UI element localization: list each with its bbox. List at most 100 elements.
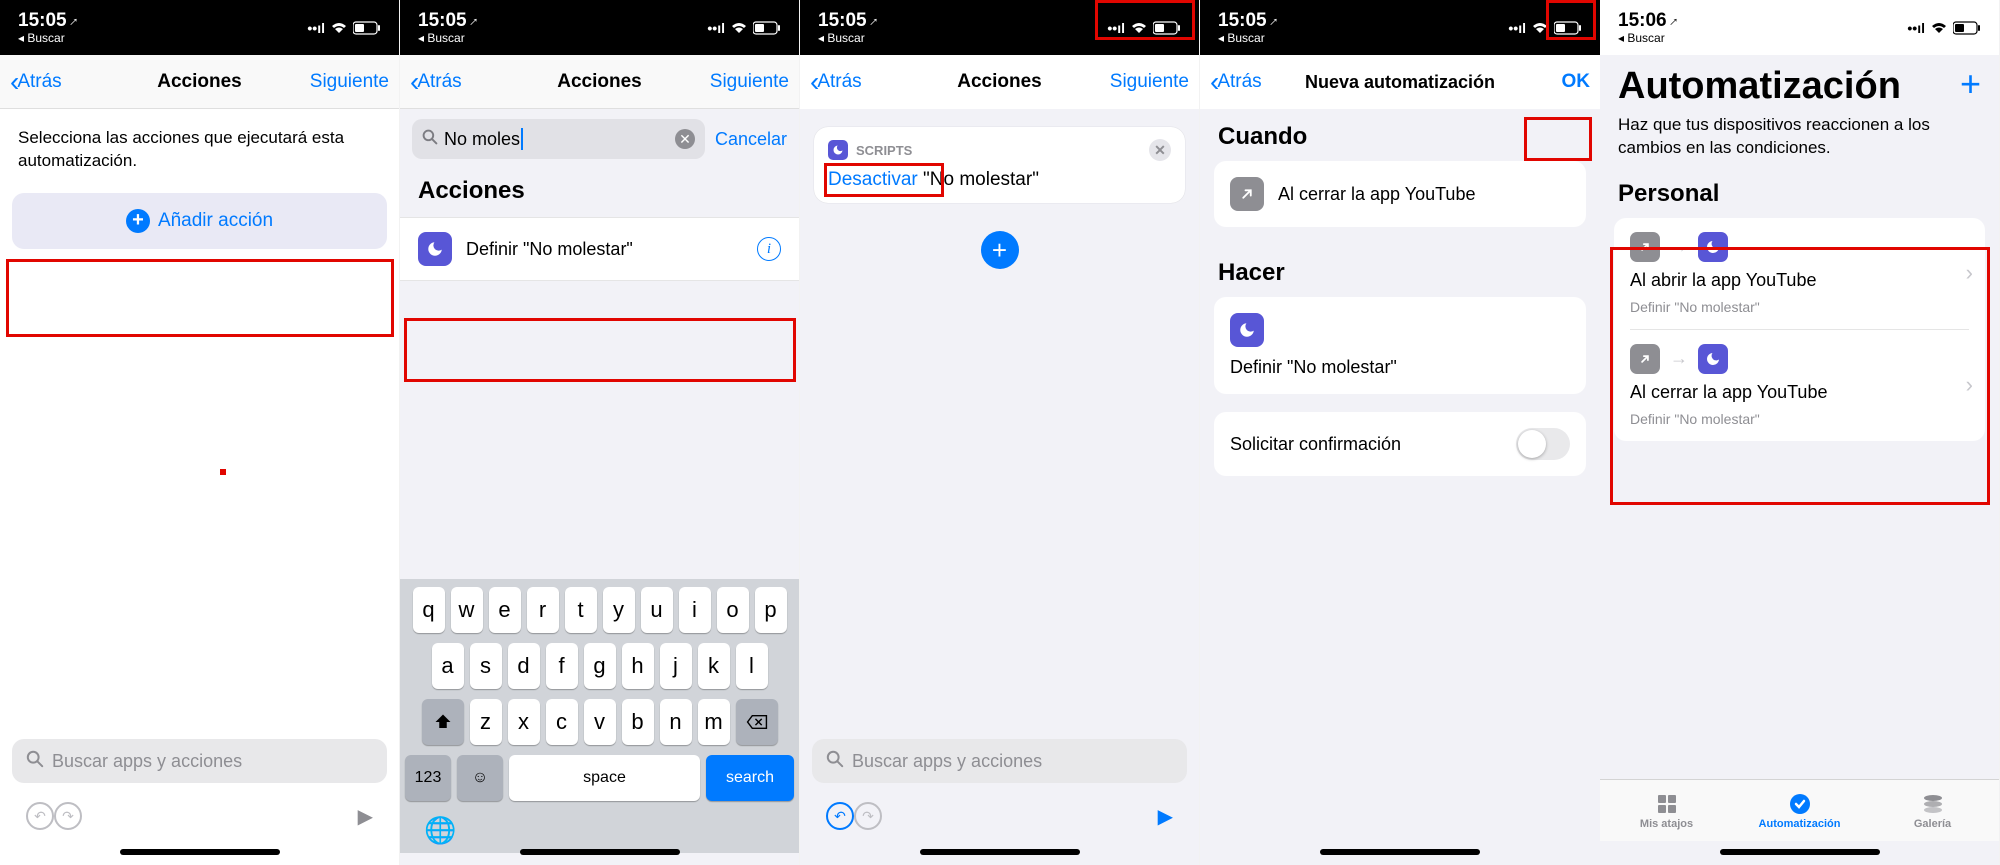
key-f[interactable]: f — [546, 643, 578, 689]
app-open-icon — [1630, 232, 1660, 262]
key-o[interactable]: o — [717, 587, 749, 633]
next-button[interactable]: Siguiente — [1110, 71, 1189, 93]
action-card[interactable]: SCRIPTS ✕ Desactivar "No molestar" — [814, 127, 1185, 203]
space-key[interactable]: space — [509, 755, 700, 801]
search-input[interactable]: No moles ✕ — [412, 119, 705, 159]
home-indicator — [920, 849, 1080, 855]
numbers-key[interactable]: 123 — [405, 755, 451, 801]
add-action-button[interactable]: + Añadir acción — [12, 193, 387, 249]
play-icon[interactable]: ▶ — [358, 804, 373, 829]
cancel-button[interactable]: Cancelar — [715, 129, 787, 150]
key-c[interactable]: c — [546, 699, 578, 745]
globe-icon[interactable]: 🌐 — [424, 815, 456, 846]
next-button[interactable]: Siguiente — [310, 71, 389, 93]
automation-item[interactable]: → Al cerrar la app YouTube Definir "No m… — [1630, 329, 1969, 441]
page-title: Automatización — [1600, 55, 1999, 114]
info-icon[interactable]: i — [757, 237, 781, 261]
keyboard[interactable]: qwertyuiop asdfghjkl zxcvbnm 123 ☺ space… — [400, 579, 799, 807]
toolbar: ↶ ↷ ▶ — [800, 791, 1199, 841]
chevron-right-icon: › — [1966, 372, 1973, 398]
tab-automation[interactable]: Automatización — [1733, 780, 1866, 841]
add-step-button[interactable]: + — [981, 231, 1019, 269]
home-indicator — [120, 849, 280, 855]
undo-icon[interactable]: ↶ — [26, 802, 54, 830]
personal-header: Personal — [1600, 176, 1999, 218]
clear-icon[interactable]: ✕ — [675, 129, 695, 149]
moon-icon — [828, 140, 848, 160]
key-d[interactable]: d — [508, 643, 540, 689]
deactivate-link[interactable]: Desactivar — [828, 169, 918, 190]
key-e[interactable]: e — [489, 587, 521, 633]
key-q[interactable]: q — [413, 587, 445, 633]
confirm-row: Solicitar confirmación — [1214, 412, 1586, 476]
status-bar: 15:05↑ ◂ Buscar ••ıl — [800, 0, 1199, 55]
tab-gallery[interactable]: Galería — [1866, 780, 1999, 841]
search-bar[interactable]: Buscar apps y acciones — [12, 739, 387, 783]
automation-item[interactable]: → Al abrir la app YouTube Definir "No mo… — [1614, 218, 1985, 329]
key-g[interactable]: g — [584, 643, 616, 689]
ok-button[interactable]: OK — [1562, 71, 1591, 93]
search-wrap: No moles ✕ Cancelar — [400, 109, 799, 169]
key-m[interactable]: m — [698, 699, 730, 745]
search-placeholder: Buscar apps y acciones — [52, 751, 242, 772]
search-key[interactable]: search — [706, 755, 794, 801]
tab-shortcuts[interactable]: Mis atajos — [1600, 780, 1733, 841]
status-bar: 15:05↑ ◂ Buscar ••ıl — [0, 0, 399, 55]
arrow-icon: → — [1670, 348, 1688, 369]
nav-bar: ‹Atrás Acciones Siguiente — [800, 55, 1199, 109]
undo-icon[interactable]: ↶ — [826, 802, 854, 830]
when-card[interactable]: Al cerrar la app YouTube — [1214, 161, 1586, 227]
search-value: No moles — [444, 129, 520, 150]
redo-icon[interactable]: ↷ — [54, 802, 82, 830]
key-p[interactable]: p — [755, 587, 787, 633]
back-button[interactable]: ‹Atrás — [810, 68, 862, 96]
status-bar: 15:05↑ ◂ Buscar ••ıl — [1200, 0, 1600, 55]
back-button[interactable]: ‹Atrás — [410, 68, 462, 96]
play-icon[interactable]: ▶ — [1158, 804, 1173, 829]
key-h[interactable]: h — [622, 643, 654, 689]
tab-bar: Mis atajos Automatización Galería — [1600, 779, 1999, 841]
emoji-key[interactable]: ☺ — [457, 755, 503, 801]
key-s[interactable]: s — [470, 643, 502, 689]
delete-icon[interactable]: ✕ — [1149, 139, 1171, 161]
screen-5: 15:06↑ ◂ Buscar ••ıl + Automatización Ha… — [1600, 0, 2000, 865]
moon-icon — [418, 232, 452, 266]
back-button[interactable]: ‹Atrás — [10, 68, 62, 96]
search-icon — [26, 750, 44, 773]
redo-icon[interactable]: ↷ — [854, 802, 882, 830]
key-x[interactable]: x — [508, 699, 540, 745]
key-i[interactable]: i — [679, 587, 711, 633]
backspace-key[interactable] — [736, 699, 778, 745]
do-card[interactable]: Definir "No molestar" — [1214, 297, 1586, 394]
nav-title: Acciones — [957, 71, 1041, 93]
key-y[interactable]: y — [603, 587, 635, 633]
add-button[interactable]: + — [1960, 63, 1981, 105]
key-j[interactable]: j — [660, 643, 692, 689]
key-v[interactable]: v — [584, 699, 616, 745]
action-define-dnd[interactable]: Definir "No molestar" i — [400, 217, 799, 281]
key-l[interactable]: l — [736, 643, 768, 689]
page-subtitle: Haz que tus dispositivos reaccionen a lo… — [1600, 114, 1999, 176]
key-n[interactable]: n — [660, 699, 692, 745]
chevron-right-icon: › — [1966, 260, 1973, 286]
search-icon — [826, 750, 844, 773]
card-body: Desactivar "No molestar" — [828, 169, 1171, 191]
confirm-label: Solicitar confirmación — [1230, 434, 1401, 455]
confirm-toggle[interactable] — [1516, 428, 1570, 460]
key-r[interactable]: r — [527, 587, 559, 633]
screen-4: 15:05↑ ◂ Buscar ••ıl ‹Atrás Nueva automa… — [1200, 0, 1600, 865]
key-k[interactable]: k — [698, 643, 730, 689]
key-b[interactable]: b — [622, 699, 654, 745]
key-w[interactable]: w — [451, 587, 483, 633]
key-a[interactable]: a — [432, 643, 464, 689]
when-text: Al cerrar la app YouTube — [1278, 184, 1475, 205]
key-t[interactable]: t — [565, 587, 597, 633]
next-button[interactable]: Siguiente — [710, 71, 789, 93]
key-z[interactable]: z — [470, 699, 502, 745]
key-u[interactable]: u — [641, 587, 673, 633]
status-back[interactable]: Buscar — [27, 31, 64, 45]
search-bar[interactable]: Buscar apps y acciones — [812, 739, 1187, 783]
screen-1: 15:05↑ ◂ Buscar ••ıl ‹Atrás Acciones Sig… — [0, 0, 400, 865]
shift-key[interactable] — [422, 699, 464, 745]
back-button[interactable]: ‹Atrás — [1210, 68, 1262, 96]
